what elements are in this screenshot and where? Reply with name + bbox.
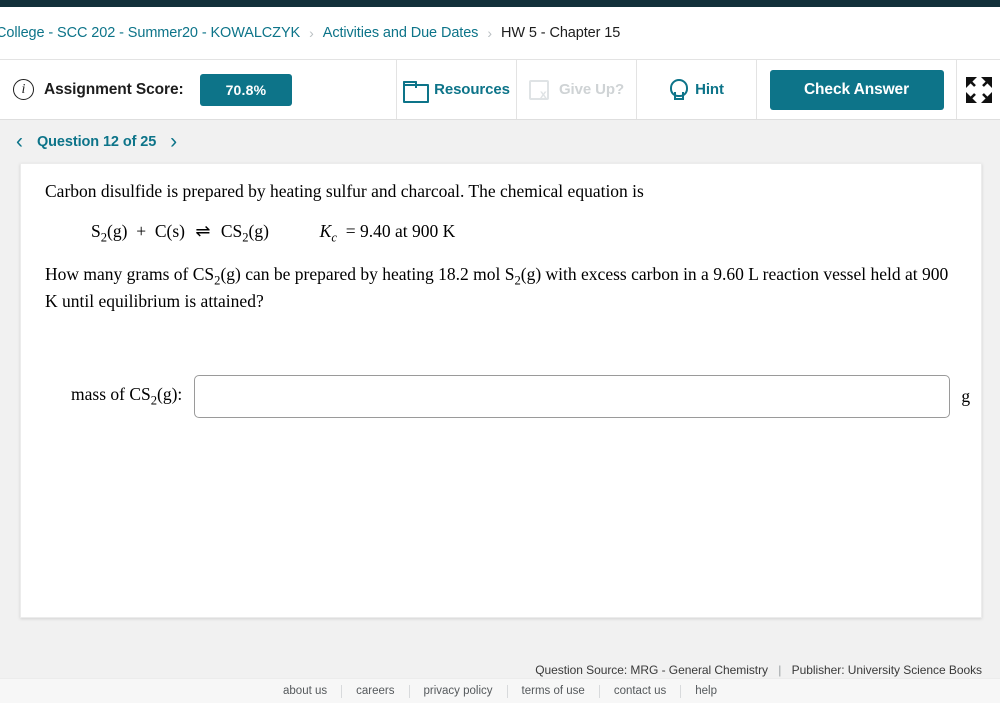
equilibrium-arrow-icon: ⇌ [195, 221, 211, 242]
assignment-score-label: Assignment Score: [44, 80, 184, 98]
prompt-segment-1: How many grams of CS [45, 263, 215, 284]
give-up-label: Give Up? [558, 81, 625, 98]
publisher-text: Publisher: University Science Books [791, 663, 982, 677]
breadcrumb-item-course[interactable]: College - SCC 202 - Summer20 - KOWALCZYK [0, 25, 300, 41]
question-navigation: ‹ Question 12 of 25 › [0, 120, 1000, 163]
answer-row: mass of CS2(g): g [21, 375, 981, 418]
equilibrium-constant-value: = 9.40 at 900 K [345, 221, 456, 242]
footer-link-careers[interactable]: careers [342, 684, 410, 698]
footer-link-privacy-policy[interactable]: privacy policy [410, 684, 508, 698]
check-answer-button[interactable]: Check Answer [769, 69, 944, 110]
answer-field-label: mass of CS2(g): [71, 384, 183, 408]
answer-unit-label: g [961, 386, 971, 406]
equation-reactant-2: C(s) [154, 221, 185, 242]
breadcrumb: College - SCC 202 - Summer20 - KOWALCZYK… [0, 7, 1000, 59]
question-counter-label: Question 12 of 25 [37, 133, 157, 150]
footer-link-help[interactable]: help [681, 685, 731, 698]
give-up-button: x Give Up? [517, 60, 637, 119]
resources-button[interactable]: Resources [397, 60, 517, 119]
expand-fullscreen-button[interactable] [957, 60, 1000, 119]
resources-label: Resources [434, 81, 510, 98]
top-accent-bar [0, 0, 1000, 7]
question-source-line: Question Source: MRG - General Chemistry… [0, 663, 1000, 677]
hint-label: Hint [695, 81, 724, 98]
previous-question-button[interactable]: ‹ [8, 131, 31, 152]
prompt-segment-2: (g) can be prepared by heating 18.2 mol … [220, 263, 515, 284]
question-body: Carbon disulfide is prepared by heating … [21, 164, 981, 418]
equation-reactant-1: S2(g) [91, 221, 128, 245]
question-source-text: Question Source: MRG - General Chemistry [535, 663, 768, 677]
next-question-button[interactable]: › [162, 131, 185, 152]
question-card: Carbon disulfide is prepared by heating … [20, 163, 982, 618]
equation-plus: + [136, 221, 147, 242]
question-intro-text: Carbon disulfide is prepared by heating … [45, 181, 644, 201]
answer-input[interactable] [194, 375, 951, 418]
source-separator: | [778, 663, 782, 677]
equation-product: CS2(g) [220, 221, 269, 245]
check-answer-cell: Check Answer [757, 60, 957, 119]
assignment-toolbar: i Assignment Score: 70.8% Resources x Gi… [0, 59, 1000, 120]
equilibrium-constant-symbol: Kc [319, 221, 337, 245]
assignment-page: College - SCC 202 - Summer20 - KOWALCZYK… [0, 0, 1000, 703]
footer-link-about-us[interactable]: about us [269, 684, 343, 698]
breadcrumb-separator-icon: › [309, 25, 314, 41]
question-prompt-text: How many grams of CS2(g) can be prepared… [45, 262, 953, 314]
breadcrumb-separator-icon: › [487, 25, 493, 41]
breadcrumb-item-activities[interactable]: Activities and Due Dates [323, 25, 479, 41]
assignment-score-value: 70.8% [199, 73, 293, 106]
info-icon[interactable]: i [13, 79, 34, 100]
square-x-icon: x [528, 79, 550, 100]
lightbulb-icon [669, 79, 689, 100]
hint-button[interactable]: Hint [637, 60, 757, 119]
fullscreen-expand-icon [964, 75, 994, 105]
chemical-equation: S2(g) + C(s) ⇌ CS2(g) Kc = 9.40 at 900 K [91, 221, 957, 246]
site-footer: about us careers privacy policy terms of… [0, 678, 1000, 703]
footer-link-contact-us[interactable]: contact us [600, 684, 682, 698]
assignment-score-cell: i Assignment Score: 70.8% [0, 60, 397, 119]
folder-icon [403, 80, 430, 103]
footer-link-terms-of-use[interactable]: terms of use [508, 684, 600, 698]
breadcrumb-item-current: HW 5 - Chapter 15 [501, 25, 621, 41]
